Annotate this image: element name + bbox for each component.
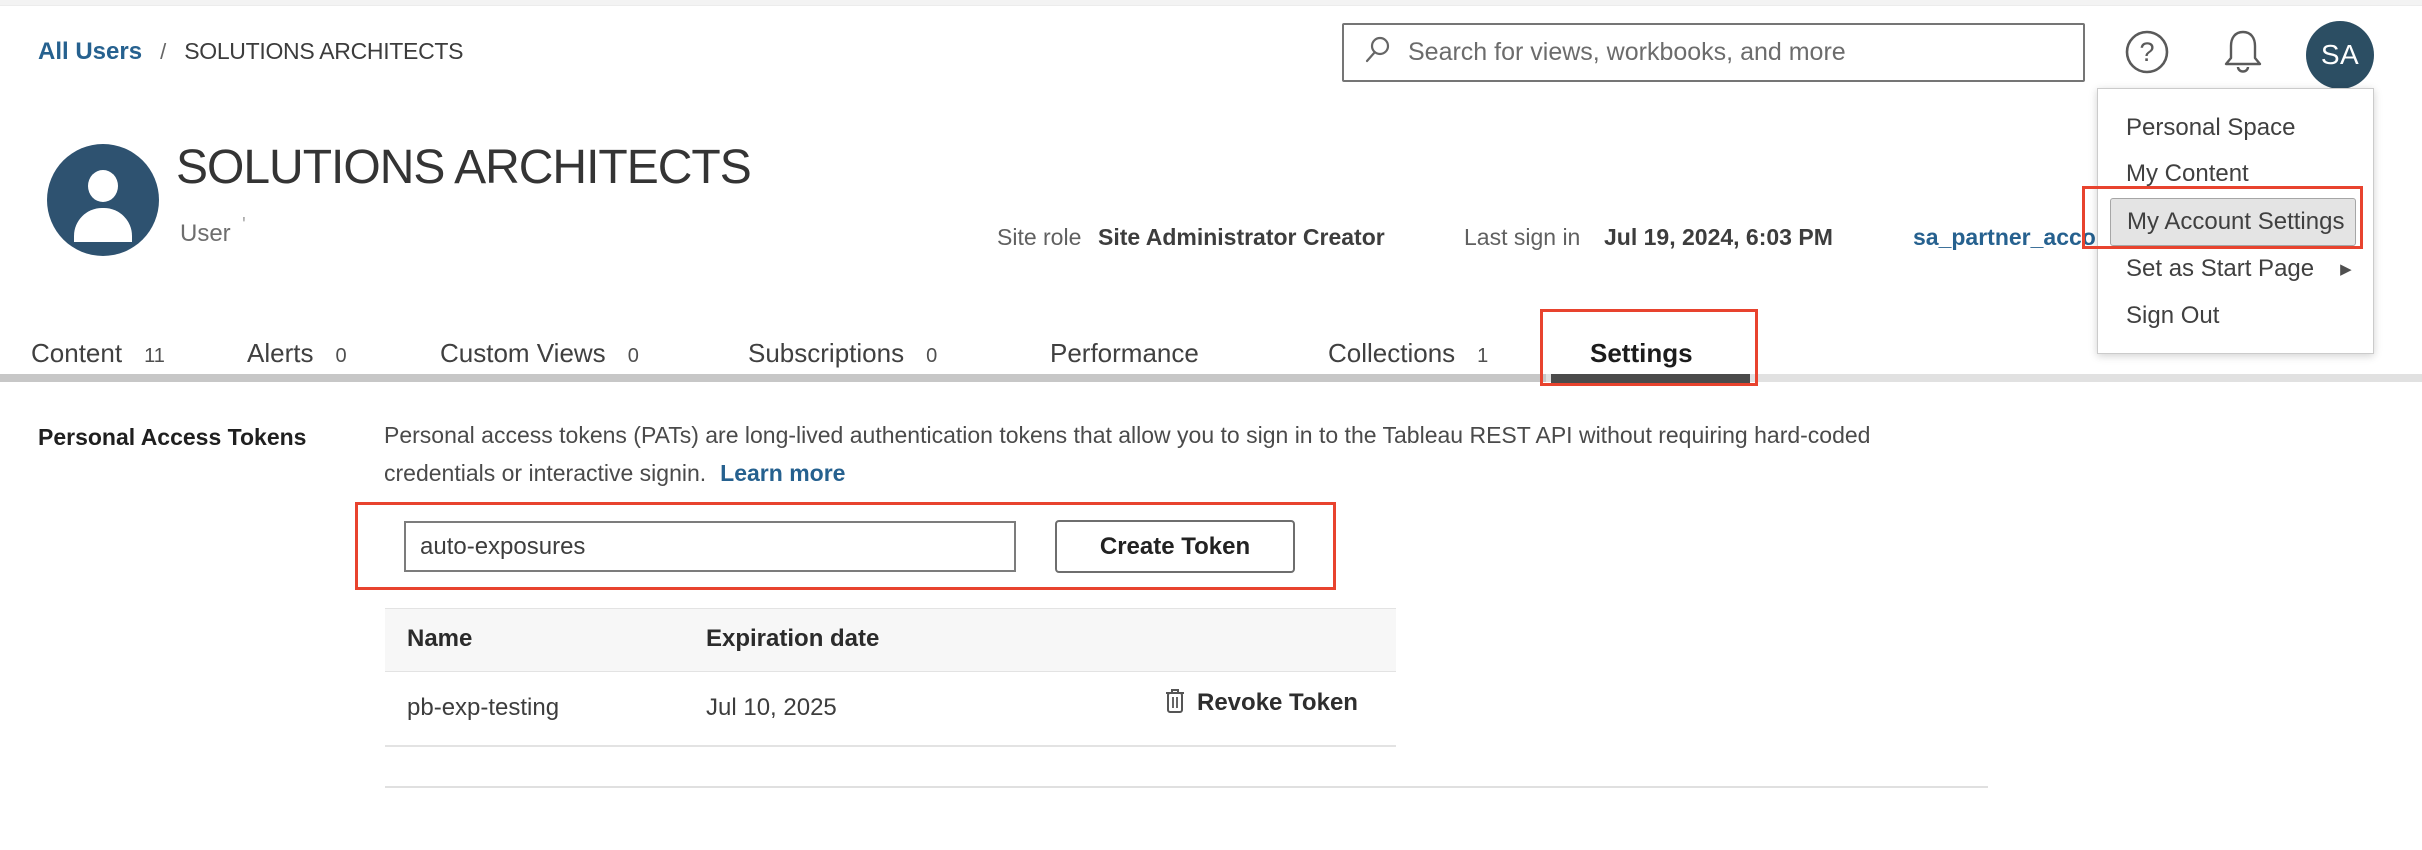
site-role-label: Site role [997,224,1081,251]
tabbar-divider [0,374,1546,382]
pat-description-line1: Personal access tokens (PATs) are long-l… [384,422,1870,449]
section-divider [385,786,1988,788]
breadcrumb-all-users-link[interactable]: All Users [38,38,142,66]
tab-label: Content [31,338,122,369]
token-table-header: Name Expiration date [385,608,1396,672]
breadcrumb-separator: / [160,39,166,65]
user-type-label: User [180,220,231,248]
search-icon [1362,34,1394,71]
user-avatar-large [47,144,159,256]
pat-section-label: Personal Access Tokens [38,424,306,451]
pat-description-line2: credentials or interactive signin. Learn … [384,460,845,487]
page: All Users / SOLUTIONS ARCHITECTS ? SA SO… [0,0,2422,850]
stray-tick-mark: ' [242,214,246,237]
trash-icon [1163,687,1187,718]
svg-text:?: ? [2139,37,2154,67]
tab-count: 0 [628,345,639,368]
revoke-token-label: Revoke Token [1197,689,1358,717]
tab-label: Custom Views [440,338,606,369]
person-icon [88,170,118,202]
active-tab-underline [1551,374,1750,383]
menu-item-my-content[interactable]: My Content [2126,156,2249,192]
tab-settings[interactable]: Settings [1590,338,1693,370]
tab-count: 0 [335,345,346,368]
submenu-arrow-icon: ▶ [2340,260,2352,278]
tab-label: Alerts [247,338,313,369]
tab-alerts[interactable]: Alerts 0 [247,338,347,370]
column-name: Name [407,625,472,653]
site-role-value: Site Administrator Creator [1098,224,1385,251]
person-icon-shoulders [74,208,132,242]
column-expiration-date: Expiration date [706,625,879,653]
account-dropdown-menu: Personal Space My Content My Account Set… [2097,88,2374,354]
tab-count: 1 [1477,345,1488,368]
tab-label: Performance [1050,338,1199,369]
token-table-row: pb-exp-testing Jul 10, 2025 Revoke Token [385,672,1396,747]
tab-custom-views[interactable]: Custom Views 0 [440,338,639,370]
revoke-token-button[interactable]: Revoke Token [1163,687,1358,718]
breadcrumb: All Users / SOLUTIONS ARCHITECTS [38,38,463,66]
menu-item-set-as-start-page[interactable]: Set as Start Page ▶ [2126,251,2352,287]
user-avatar-menu-button[interactable]: SA [2306,21,2374,89]
search-input[interactable] [1408,38,2083,67]
tab-performance[interactable]: Performance [1050,338,1199,370]
avatar-initials: SA [2321,39,2359,71]
tab-label: Collections [1328,338,1455,369]
tab-subscriptions[interactable]: Subscriptions 0 [748,338,937,370]
page-title: SOLUTIONS ARCHITECTS [176,140,751,195]
top-strip [0,0,2422,6]
last-sign-in-label: Last sign in [1464,224,1580,251]
tab-label: Settings [1590,338,1693,369]
menu-item-personal-space[interactable]: Personal Space [2126,110,2295,146]
username-link[interactable]: sa_partner_accou [1913,224,2110,251]
help-button[interactable]: ? [2122,28,2172,78]
token-name-cell: pb-exp-testing [407,694,559,722]
learn-more-link[interactable]: Learn more [720,460,845,486]
menu-item-label: Set as Start Page [2126,255,2314,283]
breadcrumb-current: SOLUTIONS ARCHITECTS [184,38,463,65]
token-name-input[interactable] [404,521,1016,572]
create-token-button[interactable]: Create Token [1055,520,1295,573]
last-sign-in-value: Jul 19, 2024, 6:03 PM [1604,224,1833,251]
pat-description-line2-text: credentials or interactive signin. [384,460,706,486]
menu-item-sign-out[interactable]: Sign Out [2126,298,2219,334]
tab-count: 11 [144,345,165,368]
search-box[interactable] [1342,23,2085,82]
tab-content[interactable]: Content 11 [31,338,165,370]
tab-label: Subscriptions [748,338,904,369]
notifications-button[interactable] [2218,26,2268,78]
menu-item-my-account-settings[interactable]: My Account Settings [2110,198,2356,246]
token-expiration-cell: Jul 10, 2025 [706,694,837,722]
tab-collections[interactable]: Collections 1 [1328,338,1488,370]
tab-count: 0 [926,345,937,368]
